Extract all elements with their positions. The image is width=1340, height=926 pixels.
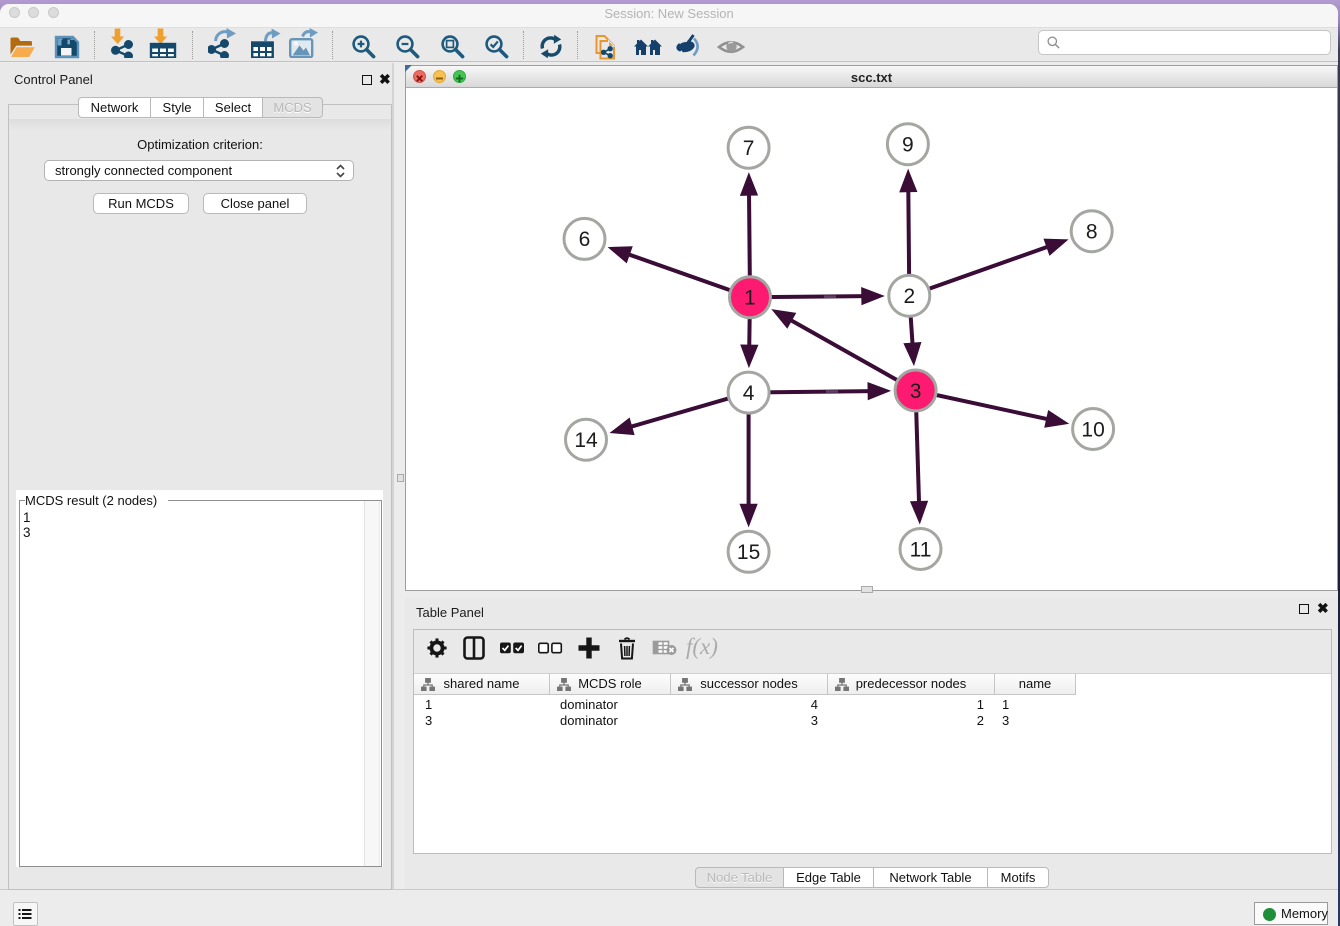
- svg-text:7: 7: [743, 137, 755, 160]
- svg-text:14: 14: [574, 429, 598, 452]
- svg-text:9: 9: [902, 134, 914, 157]
- svg-text:6: 6: [579, 228, 591, 251]
- svg-text:4: 4: [743, 382, 755, 405]
- svg-text:10: 10: [1081, 418, 1104, 441]
- svg-text:8: 8: [1086, 221, 1098, 244]
- svg-text:11: 11: [910, 538, 932, 561]
- svg-text:2: 2: [903, 285, 915, 308]
- svg-text:3: 3: [910, 380, 922, 403]
- svg-text:1: 1: [744, 287, 756, 310]
- svg-text:15: 15: [737, 541, 760, 564]
